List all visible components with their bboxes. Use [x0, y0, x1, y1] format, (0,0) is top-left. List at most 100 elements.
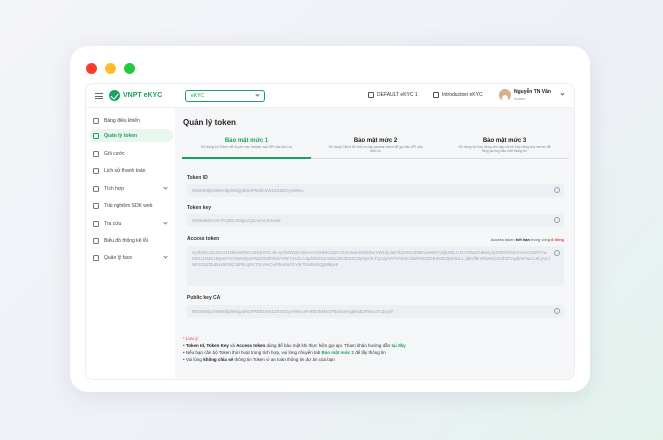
expiry-note-text: Access token: [490, 237, 516, 242]
chart-icon: [93, 237, 99, 244]
notes-section: * Lưu ý: • Token Id, Token Key và Access…: [183, 335, 406, 363]
sidebar-item-label: Quản lý token: [104, 132, 138, 139]
guide-link[interactable]: tại đây: [391, 343, 405, 348]
face-icon: [93, 254, 99, 261]
token-id-value: REBSMlpzNWtHbjdWUjpMSxPM3lzSW1ZSsDGyVWw=: [192, 188, 305, 193]
integration-icon: [93, 185, 99, 192]
expiry-note-bold: hết hạn: [515, 237, 530, 242]
sidebar-item-payment-history[interactable]: Lịch sử thanh toán: [89, 164, 173, 177]
token-id-label: Token ID: [187, 175, 208, 181]
introduction-link[interactable]: Introduction eKYC: [433, 92, 483, 98]
close-window-dot[interactable]: [86, 63, 97, 74]
app-viewport: VNPT eKYC eKYC DEFAULT eKYC 1 Introducti…: [85, 83, 575, 380]
menu-icon[interactable]: [95, 93, 103, 99]
access-token-label: Access token: [187, 236, 220, 242]
public-key-field[interactable]: REBSMlpzNWtHbjdWUjpMSxPM3lzSW1ZSsDGyVWw=…: [187, 305, 564, 318]
tab-title: Bảo mật mức 3: [482, 138, 527, 144]
folder-icon: [368, 92, 374, 98]
top-bar: VNPT eKYC eKYC DEFAULT eKYC 1 Introducti…: [86, 84, 574, 108]
access-token-value: eyJhbGciOiJSUzI1NiIsInR5cCI6IkpXVCJ9.eyJ…: [192, 250, 550, 267]
sidebar-item-sdk-web[interactable]: Trải nghiệm SDK web: [89, 199, 173, 212]
note-text: Vui lòng: [185, 357, 204, 362]
notes-heading: * Lưu ý:: [183, 336, 199, 341]
package-icon: [93, 150, 99, 157]
sidebar-item-lookup[interactable]: Tra cứu: [89, 217, 173, 230]
lookup-icon: [93, 220, 99, 227]
token-key-label: Token key: [187, 205, 212, 211]
note-text: thông tin Token vì an toàn thông tin dự …: [233, 357, 335, 362]
copy-icon[interactable]: [554, 308, 560, 314]
access-token-expiry-note: Access token hết hạn trong vòng 8 tiếng: [491, 237, 564, 242]
note-bold: Access token: [236, 343, 266, 348]
user-name: Nguyễn TN Văn: [514, 89, 551, 95]
note-bold: không chia sẻ: [203, 357, 234, 362]
sidebar-item-label: Trải nghiệm SDK web: [104, 202, 153, 209]
sidebar-item-label: Bảng điều khiển: [104, 117, 140, 124]
introduction-label: Introduction eKYC: [442, 92, 483, 98]
default-project-label: DEFAULT eKYC 1: [377, 92, 418, 98]
maximize-window-dot[interactable]: [124, 63, 135, 74]
chevron-down-icon: [163, 220, 168, 225]
tab-security-level-1[interactable]: Bảo mật mức 1 Sử dụng bộ Token để truyền…: [182, 136, 311, 159]
minimize-window-dot[interactable]: [105, 63, 116, 74]
note-text: Nếu bạn cần bộ Token thời hoạt trong tíc…: [185, 350, 322, 355]
level-2-link[interactable]: Bảo mật mức 2: [322, 350, 355, 355]
key-icon: [93, 132, 99, 139]
token-id-field[interactable]: REBSMlpzNWtHbjdWUjpMSxPM3lzSW1ZSsDGyVWw=: [187, 184, 564, 197]
sidebar-item-token[interactable]: Quản lý token: [89, 129, 173, 142]
brand-logo[interactable]: VNPT eKYC: [109, 90, 162, 101]
copy-icon[interactable]: [554, 187, 560, 193]
sidebar-item-label: Gói cước: [104, 150, 125, 157]
sidebar-item-error-chart[interactable]: Biểu đồ thống kê lỗi: [89, 234, 173, 247]
chevron-down-icon: [255, 92, 260, 97]
copy-icon[interactable]: [554, 250, 560, 256]
user-menu-chevron-icon[interactable]: [560, 91, 565, 96]
tab-title: Bảo mật mức 1: [224, 138, 269, 144]
token-key-field[interactable]: SXNw6deYvKTAQBCXMgc2QLmxVUKNoW: [187, 214, 564, 227]
note-text: để lấy thông tin: [354, 350, 386, 355]
main-content: Quản lý token Bảo mật mức 1 Sử dụng bộ T…: [181, 108, 574, 379]
copy-icon[interactable]: [554, 217, 560, 223]
access-token-field[interactable]: eyJhbGciOiJSUzI1NiIsInR5cCI6IkpXVCJ9.eyJ…: [187, 246, 564, 286]
user-role: Admin: [514, 96, 526, 101]
note-line-2: • Nếu bạn cần bộ Token thời hoạt trong t…: [183, 350, 386, 355]
sidebar-item-packages[interactable]: Gói cước: [89, 147, 173, 160]
security-level-tabs: Bảo mật mức 1 Sử dụng bộ Token để truyền…: [182, 136, 570, 159]
expiry-duration: 8 tiếng: [551, 237, 564, 242]
window-controls: [86, 63, 135, 74]
public-key-value: REBSMlpzNWtHbjdWUjpMSxPM3lzSW1ZSsDGyVWw=…: [192, 309, 393, 314]
chevron-down-icon: [163, 254, 168, 259]
tab-description: Sử dụng Client ID sinh ra cặp access tok…: [328, 145, 423, 154]
sidebar-item-label: Tích hợp: [104, 185, 124, 192]
logo-check-icon: [109, 90, 120, 101]
sidebar-item-dashboard[interactable]: Bảng điều khiển: [89, 114, 173, 127]
environment-select-value: eKYC: [191, 93, 205, 99]
avatar[interactable]: [499, 89, 511, 101]
default-project-link[interactable]: DEFAULT eKYC 1: [368, 92, 418, 98]
sidebar-item-label: Quản lý face: [104, 254, 133, 261]
tab-security-level-2[interactable]: Bảo mật mức 2 Sử dụng Client ID sinh ra …: [311, 136, 440, 159]
sidebar-item-face[interactable]: Quản lý face: [89, 251, 173, 264]
note-text: dùng để bảo mật khi thực hiện gọi api. T…: [265, 343, 392, 348]
app-window: VNPT eKYC eKYC DEFAULT eKYC 1 Introducti…: [70, 46, 590, 392]
note-line-1: • Token Id, Token Key và Access token dù…: [183, 343, 406, 348]
public-key-label: Public key CA: [187, 295, 221, 301]
tab-description: Sử dụng bộ Key riêng cho app và bộ Key r…: [458, 145, 551, 154]
tab-security-level-3[interactable]: Bảo mật mức 3 Sử dụng bộ Key riêng cho a…: [440, 136, 569, 159]
tab-title: Bảo mật mức 2: [353, 138, 398, 144]
sidebar-item-label: Lịch sử thanh toán: [104, 167, 146, 174]
history-icon: [93, 167, 99, 174]
logo-text: VNPT eKYC: [123, 92, 163, 99]
sidebar-item-integration[interactable]: Tích hợp: [89, 182, 173, 195]
sidebar: Bảng điều khiển Quản lý token Gói cước L…: [86, 108, 175, 379]
document-icon: [433, 92, 439, 98]
expiry-note-text: trong vòng: [529, 237, 552, 242]
sidebar-item-label: Tra cứu: [104, 220, 122, 227]
environment-select[interactable]: eKYC: [185, 90, 265, 102]
chevron-down-icon: [163, 185, 168, 190]
tab-description: Sử dụng bộ Token để truyền vào header cá…: [200, 145, 293, 149]
sdk-icon: [93, 202, 99, 209]
note-line-3: • Vui lòng không chia sẻ thông tin Token…: [183, 357, 335, 362]
token-key-value: SXNw6deYvKTAQBCXMgc2QLmxVUKNoW: [192, 218, 281, 223]
note-bold: Token Id, Token Key: [185, 343, 229, 348]
